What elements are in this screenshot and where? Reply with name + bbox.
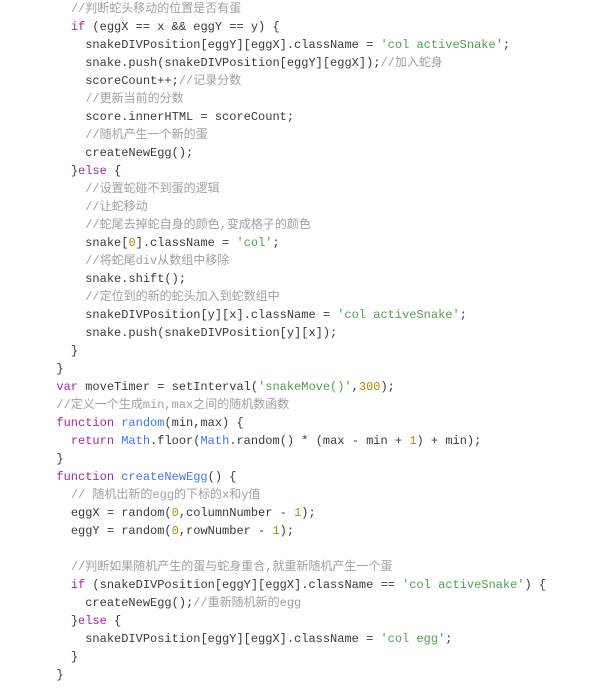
code-token: random — [121, 416, 164, 430]
code-token: ,rowNumber - — [179, 524, 273, 538]
code-token: ; — [460, 308, 467, 322]
code-token: //更新当前的分数 — [85, 92, 183, 106]
code-token: //定位到的新的蛇头加入到蛇数组中 — [85, 290, 279, 304]
code-token: scoreCount++; — [85, 74, 179, 88]
code-block: //判断蛇头移动的位置是否有蛋 if (eggX == x && eggY ==… — [0, 0, 616, 684]
code-token: ); — [280, 524, 294, 538]
code-token: //随机产生一个新的蛋 — [85, 128, 207, 142]
code-token: } — [71, 614, 78, 628]
code-token: } — [56, 362, 63, 376]
code-token: .floor( — [150, 434, 200, 448]
code-token: Math — [200, 434, 229, 448]
code-token: 0 — [172, 506, 179, 520]
code-token: 'col egg' — [380, 632, 445, 646]
code-token: //定义一个生成min,max之间的随机数函数 — [56, 398, 289, 412]
code-token: } — [71, 344, 78, 358]
code-token: 'snakeMove()' — [258, 380, 352, 394]
code-token: } — [71, 164, 78, 178]
code-token: } — [56, 452, 63, 466]
code-token: eggX = random( — [71, 506, 172, 520]
code-token: createNewEgg(); — [85, 146, 193, 160]
code-token: //记录分数 — [179, 74, 241, 88]
code-token: else — [78, 164, 107, 178]
code-token: //让蛇移动 — [85, 200, 147, 214]
code-token: //蛇尾去掉蛇自身的颜色,变成格子的颜色 — [85, 218, 311, 232]
code-token: score.innerHTML = scoreCount; — [85, 110, 294, 124]
code-token: 'col activeSnake' — [402, 578, 524, 592]
code-token: // 随机出新的egg的下标的x和y值 — [71, 488, 261, 502]
code-token: (eggX == x && eggY == y) { — [85, 20, 279, 34]
code-token: eggY = random( — [71, 524, 172, 538]
code-token: 'col activeSnake' — [380, 38, 502, 52]
code-token: //设置蛇碰不到蛋的逻辑 — [85, 182, 219, 196]
code-token: if — [71, 578, 85, 592]
code-token: //加入蛇身 — [380, 56, 442, 70]
code-token: snake.shift(); — [85, 272, 186, 286]
code-token: ; — [272, 236, 279, 250]
code-token: 1 — [409, 434, 416, 448]
code-token: 0 — [128, 236, 135, 250]
code-token: .random() * (max - min + — [229, 434, 409, 448]
code-token: Math — [121, 434, 150, 448]
code-token: ) + min); — [417, 434, 482, 448]
code-token: return — [71, 434, 114, 448]
code-token: snake[ — [85, 236, 128, 250]
code-token: //重新随机新的egg — [193, 596, 301, 610]
code-token: } — [56, 668, 63, 682]
code-token: createNewEgg — [121, 470, 207, 484]
code-token: (snakeDIVPosition[eggY][eggX].className … — [85, 578, 402, 592]
code-token: ); — [301, 506, 315, 520]
code-token: } — [71, 650, 78, 664]
code-token: { — [107, 614, 121, 628]
code-token: () { — [208, 470, 237, 484]
code-token: 300 — [359, 380, 381, 394]
code-token: function — [56, 470, 114, 484]
code-token: , — [352, 380, 359, 394]
code-token: ,columnNumber - — [179, 506, 294, 520]
code-token: (min,max) { — [164, 416, 243, 430]
code-token: snakeDIVPosition[y][x].className = — [85, 308, 337, 322]
code-token: snakeDIVPosition[eggY][eggX].className = — [85, 632, 380, 646]
code-token: var — [56, 380, 78, 394]
code-token: 'col activeSnake' — [337, 308, 459, 322]
code-token: else — [78, 614, 107, 628]
code-token: //判断如果随机产生的蛋与蛇身重合,就重新随机产生一个蛋 — [71, 560, 393, 574]
code-token: snake.push(snakeDIVPosition[eggY][eggX])… — [85, 56, 380, 70]
code-token: //将蛇尾div从数组中移除 — [85, 254, 229, 268]
code-token: ].className = — [136, 236, 237, 250]
code-token: snake.push(snakeDIVPosition[y][x]); — [85, 326, 337, 340]
code-token: 0 — [172, 524, 179, 538]
code-token: ); — [380, 380, 394, 394]
code-token: createNewEgg(); — [85, 596, 193, 610]
code-token: 'col' — [236, 236, 272, 250]
code-token: snakeDIVPosition[eggY][eggX].className = — [85, 38, 380, 52]
code-token: 1 — [272, 524, 279, 538]
code-token: moveTimer = setInterval( — [78, 380, 258, 394]
code-token: if — [71, 20, 85, 34]
code-token: function — [56, 416, 114, 430]
code-token: ; — [503, 38, 510, 52]
code-token: //判断蛇头移动的位置是否有蛋 — [71, 2, 241, 16]
code-token: ; — [445, 632, 452, 646]
code-token: { — [107, 164, 121, 178]
code-token: ) { — [525, 578, 547, 592]
